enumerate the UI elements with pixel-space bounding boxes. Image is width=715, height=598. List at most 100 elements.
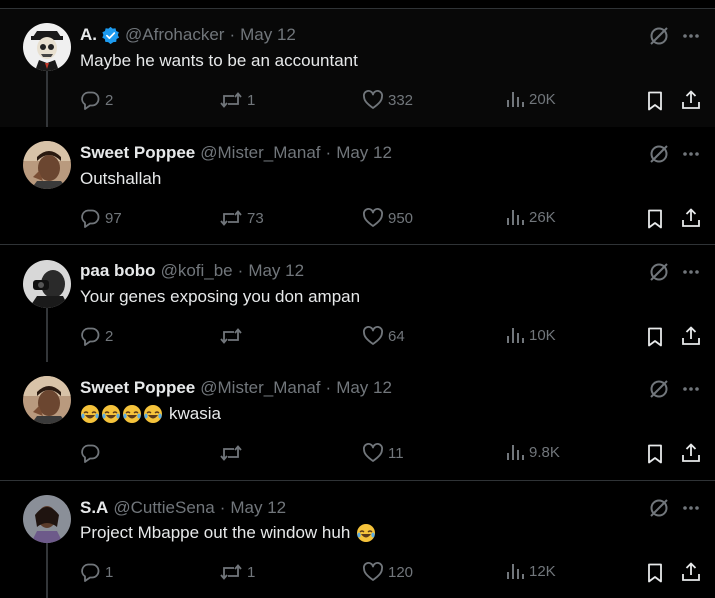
separator-dot: · — [237, 261, 244, 280]
verified-badge-icon — [102, 26, 120, 44]
display-name[interactable]: A. — [80, 25, 97, 45]
tweet-cuttiesena[interactable]: S.A @CuttieSena · May 12 Project Mbappe … — [0, 481, 715, 598]
timestamp[interactable]: May 12 — [240, 25, 296, 45]
tweet-header: paa bobo @kofi_be · May 12 — [80, 260, 304, 282]
tweet-afrohacker[interactable]: A. @Afrohacker · May 12 Maybe he wants t… — [0, 9, 715, 127]
reposts-action[interactable]: 73 — [219, 207, 264, 229]
likes-action[interactable]: 950 — [362, 207, 413, 229]
likes-count: 120 — [388, 563, 414, 581]
avatar-skull[interactable] — [23, 23, 71, 71]
views-action[interactable]: 9.8K — [505, 442, 560, 462]
avatar-photo[interactable] — [23, 141, 71, 189]
share-icon[interactable] — [680, 561, 702, 588]
handle[interactable]: @Mister_Manaf — [200, 143, 320, 163]
reposts-count: 73 — [247, 209, 264, 227]
avatar-portrait[interactable] — [23, 495, 71, 543]
bookmark-icon[interactable] — [645, 326, 665, 353]
avatar-photo[interactable] — [23, 376, 71, 424]
grok-icon[interactable] — [648, 378, 670, 400]
views-icon — [507, 92, 524, 107]
likes-count: 64 — [388, 327, 405, 345]
tweet-header: A. @Afrohacker · May 12 — [80, 24, 296, 46]
grok-icon[interactable] — [648, 261, 670, 283]
reposts-count: 1 — [247, 91, 256, 109]
grok-icon[interactable] — [648, 25, 670, 47]
handle[interactable]: @Mister_Manaf — [200, 378, 320, 398]
avatar-bw-photo[interactable] — [23, 260, 71, 308]
tweet-text: Outshallah — [80, 169, 161, 189]
display-name[interactable]: Sweet Poppee — [80, 378, 195, 398]
grok-icon[interactable] — [648, 497, 670, 519]
tweet-mister-manaf[interactable]: Sweet Poppee @Mister_Manaf · May 12 Outs… — [0, 127, 715, 244]
reply-icon — [81, 327, 100, 346]
emoji-group — [356, 523, 376, 543]
replies-action[interactable]: 97 — [79, 207, 122, 229]
grok-icon[interactable] — [648, 143, 670, 165]
share-icon[interactable] — [680, 325, 702, 352]
timestamp[interactable]: May 12 — [230, 498, 286, 518]
display-name[interactable]: Sweet Poppee — [80, 143, 195, 163]
reposts-action[interactable] — [219, 325, 247, 347]
reposts-action[interactable]: 1 — [219, 561, 255, 583]
likes-count: 11 — [388, 444, 404, 462]
like-icon — [363, 562, 383, 581]
reposts-count: 1 — [247, 563, 256, 581]
bookmark-icon[interactable] — [645, 562, 665, 589]
views-icon — [507, 445, 524, 460]
likes-count: 332 — [388, 91, 414, 109]
handle[interactable]: @CuttieSena — [113, 498, 214, 518]
bookmark-icon[interactable] — [645, 208, 665, 235]
reposts-action[interactable]: 1 — [219, 89, 255, 111]
likes-action[interactable]: 332 — [362, 89, 413, 111]
more-icon[interactable] — [681, 379, 701, 399]
handle[interactable]: @Afrohacker — [125, 25, 224, 45]
views-count: 12K — [529, 562, 556, 580]
views-action[interactable]: 10K — [505, 325, 556, 345]
views-icon — [507, 564, 524, 579]
tweet-mister-manaf-2[interactable]: Sweet Poppee @Mister_Manaf · May 12 kwas… — [0, 362, 715, 480]
likes-action[interactable]: 120 — [362, 561, 413, 583]
more-icon[interactable] — [681, 144, 701, 164]
more-icon[interactable] — [681, 262, 701, 282]
more-icon[interactable] — [681, 26, 701, 46]
more-icon[interactable] — [681, 498, 701, 518]
thread-line — [46, 71, 48, 127]
handle[interactable]: @kofi_be — [161, 261, 233, 281]
display-name[interactable]: paa bobo — [80, 261, 156, 281]
display-name[interactable]: S.A — [80, 498, 108, 518]
share-icon[interactable] — [680, 89, 702, 116]
reply-icon — [81, 444, 100, 463]
views-action[interactable]: 12K — [505, 561, 556, 581]
replies-action[interactable]: 1 — [79, 561, 113, 583]
like-icon — [363, 326, 383, 345]
tweet-text: Maybe he wants to be an accountant — [80, 51, 358, 71]
timestamp[interactable]: May 12 — [336, 378, 392, 398]
views-action[interactable]: 26K — [505, 207, 556, 227]
reply-icon — [81, 563, 100, 582]
replies-count: 1 — [105, 563, 114, 581]
replies-action[interactable] — [79, 442, 105, 464]
tweet-text-content: Outshallah — [80, 169, 162, 188]
share-icon[interactable] — [680, 207, 702, 234]
views-action[interactable]: 20K — [505, 89, 556, 109]
rolling-laughing-emoji — [102, 405, 120, 423]
likes-count: 950 — [388, 209, 414, 227]
tweet-text: Project Mbappe out the window huh — [80, 523, 376, 543]
share-icon[interactable] — [680, 442, 702, 469]
bookmark-icon[interactable] — [645, 90, 665, 117]
timestamp[interactable]: May 12 — [248, 261, 304, 281]
likes-action[interactable]: 64 — [362, 325, 405, 347]
reply-icon — [81, 209, 100, 228]
tweet-header: Sweet Poppee @Mister_Manaf · May 12 — [80, 377, 392, 399]
timestamp[interactable]: May 12 — [336, 143, 392, 163]
likes-action[interactable]: 11 — [362, 442, 404, 464]
bookmark-icon[interactable] — [645, 443, 665, 470]
tweet-kofi-be[interactable]: paa bobo @kofi_be · May 12 Your genes ex… — [0, 245, 715, 362]
repost-icon — [220, 328, 242, 344]
replies-action[interactable]: 2 — [79, 89, 113, 111]
replies-action[interactable]: 2 — [79, 325, 113, 347]
rolling-laughing-emoji — [357, 524, 376, 542]
reposts-action[interactable] — [219, 442, 247, 464]
repost-icon — [220, 564, 242, 580]
tweet-header: S.A @CuttieSena · May 12 — [80, 497, 286, 519]
